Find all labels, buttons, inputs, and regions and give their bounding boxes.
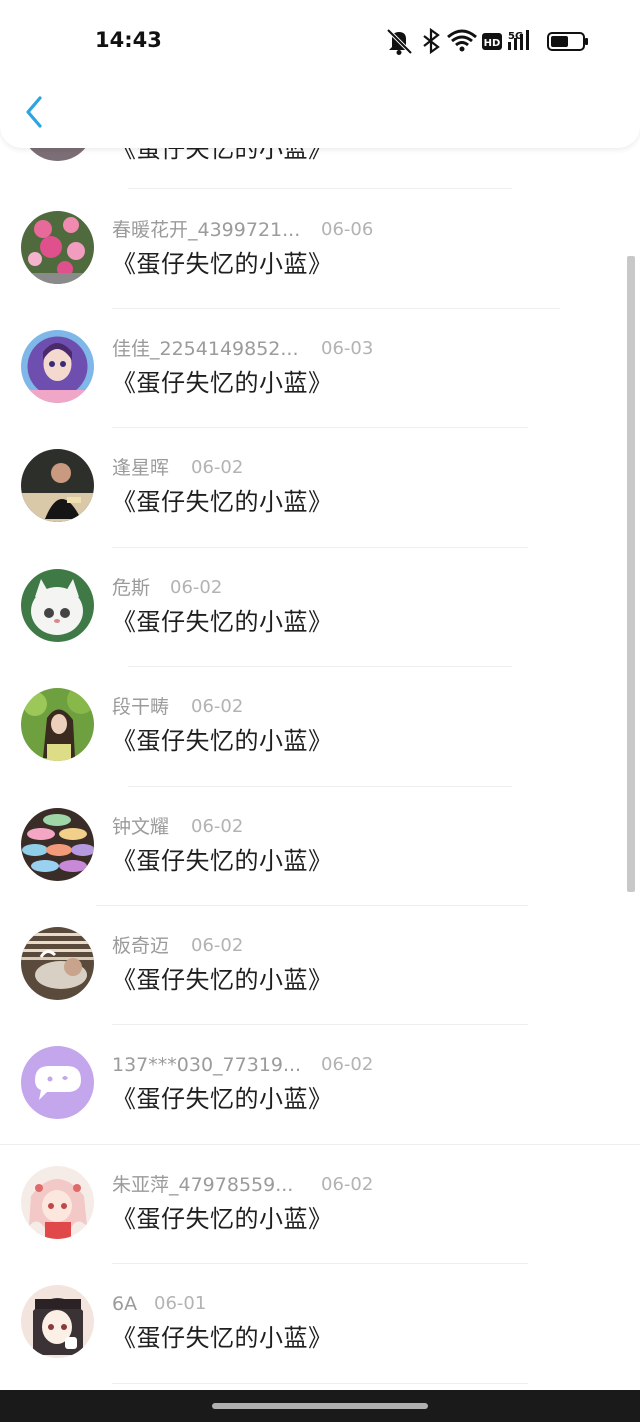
system-nav-bar xyxy=(0,1390,640,1422)
avatar[interactable] xyxy=(21,211,94,284)
comment-title: 《蛋仔失忆的小蓝》 xyxy=(112,1324,333,1352)
list-item[interactable]: 137***030_77319... 06-02 《蛋仔失忆的小蓝》 xyxy=(0,1024,640,1144)
comment-date: 06-02 xyxy=(321,1174,374,1195)
avatar[interactable] xyxy=(21,927,94,1000)
comment-title: 《蛋仔失忆的小蓝》 xyxy=(112,369,333,397)
avatar[interactable] xyxy=(21,688,94,761)
avatar[interactable] xyxy=(21,1046,94,1119)
status-icons: HD 5G xyxy=(386,27,588,55)
user-name[interactable]: 6A xyxy=(112,1292,137,1316)
user-name[interactable]: 段干畴 xyxy=(112,695,169,719)
list-item[interactable]: 钟文耀 06-02 《蛋仔失忆的小蓝》 xyxy=(0,786,640,906)
avatar[interactable] xyxy=(21,1285,94,1358)
avatar[interactable] xyxy=(21,330,94,403)
hd-icon: HD xyxy=(482,33,502,50)
list-item[interactable]: 6A 06-01 《蛋仔失忆的小蓝》 xyxy=(0,1263,640,1383)
comment-date: 06-02 xyxy=(191,816,244,837)
user-name[interactable]: 钟文耀 xyxy=(112,815,169,839)
comment-date: 06-06 xyxy=(321,219,374,240)
user-name[interactable]: 逢星晖 xyxy=(112,456,169,480)
user-name[interactable]: 危斯 xyxy=(112,576,150,600)
comment-title: 《蛋仔失忆的小蓝》 xyxy=(112,1205,333,1233)
back-button[interactable] xyxy=(20,94,50,130)
divider xyxy=(112,1383,528,1384)
home-indicator[interactable] xyxy=(212,1403,428,1409)
comment-title: 《蛋仔失忆的小蓝》 xyxy=(112,847,333,875)
user-name[interactable]: 板奇迈 xyxy=(112,934,169,958)
list-item[interactable]: 佳佳_2254149852... 06-03 《蛋仔失忆的小蓝》 xyxy=(0,308,640,428)
avatar[interactable] xyxy=(21,1166,94,1239)
comment-date: 06-02 xyxy=(191,696,244,717)
comment-title: 《蛋仔失忆的小蓝》 xyxy=(112,727,333,755)
chevron-left-icon xyxy=(26,96,42,128)
comment-date: 06-02 xyxy=(321,1054,374,1075)
comment-title: 《蛋仔失忆的小蓝》 xyxy=(112,250,333,278)
bluetooth-icon xyxy=(423,27,440,55)
user-name[interactable]: 春暖花开_4399721... xyxy=(112,218,300,242)
list-item[interactable]: 危斯 06-02 《蛋仔失忆的小蓝》 xyxy=(0,547,640,667)
comment-date: 06-01 xyxy=(154,1293,207,1314)
comment-date: 06-02 xyxy=(191,935,244,956)
avatar[interactable] xyxy=(21,449,94,522)
status-time: 14:43 xyxy=(95,28,162,52)
user-name[interactable]: 朱亚萍_47978559... xyxy=(112,1173,293,1197)
battery-icon xyxy=(547,32,588,51)
top-bar: 14:43 HD 5G xyxy=(0,0,640,148)
comment-list[interactable]: 《蛋仔失忆的小蓝》 春暖花开_4399721... 06-06 《蛋仔失忆的小蓝… xyxy=(0,0,640,1390)
comment-title: 《蛋仔失忆的小蓝》 xyxy=(112,488,333,516)
user-name[interactable]: 137***030_77319... xyxy=(112,1053,301,1077)
list-item[interactable]: 段干畴 06-02 《蛋仔失忆的小蓝》 xyxy=(0,666,640,786)
avatar[interactable] xyxy=(21,808,94,881)
comment-date: 06-03 xyxy=(321,338,374,359)
comment-date: 06-02 xyxy=(170,577,223,598)
list-item[interactable]: 朱亚萍_47978559... 06-02 《蛋仔失忆的小蓝》 xyxy=(0,1144,640,1264)
comment-title: 《蛋仔失忆的小蓝》 xyxy=(112,608,333,636)
svg-text:HD: HD xyxy=(484,38,501,49)
avatar[interactable] xyxy=(21,569,94,642)
5g-signal-icon: 5G xyxy=(508,30,529,50)
mute-bell-icon xyxy=(386,28,413,55)
comment-title: 《蛋仔失忆的小蓝》 xyxy=(112,966,333,994)
user-name[interactable]: 佳佳_2254149852... xyxy=(112,337,299,361)
wifi-icon xyxy=(447,29,477,52)
scrollbar[interactable] xyxy=(627,256,635,892)
list-item[interactable]: 逢星晖 06-02 《蛋仔失忆的小蓝》 xyxy=(0,427,640,547)
list-item[interactable]: 春暖花开_4399721... 06-06 《蛋仔失忆的小蓝》 xyxy=(0,189,640,309)
comment-date: 06-02 xyxy=(191,457,244,478)
list-item[interactable]: 板奇迈 06-02 《蛋仔失忆的小蓝》 xyxy=(0,905,640,1025)
comment-title: 《蛋仔失忆的小蓝》 xyxy=(112,1085,333,1113)
